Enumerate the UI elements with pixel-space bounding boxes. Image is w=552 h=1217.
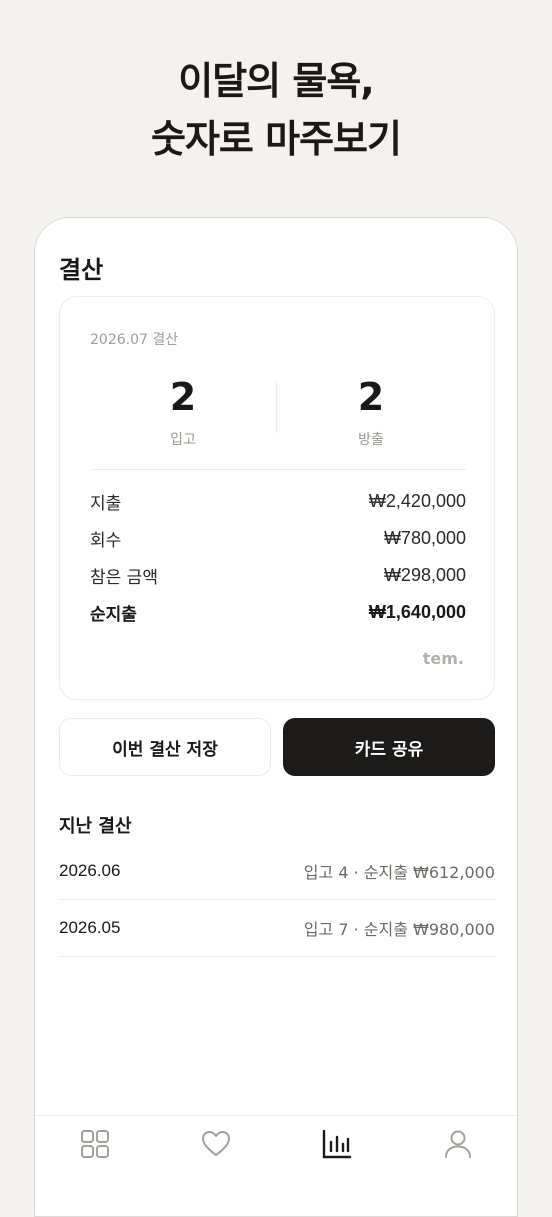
row-spending-value: ₩2,420,000: [368, 490, 466, 511]
stat-incoming: 2 입고: [90, 375, 276, 449]
tab-profile[interactable]: [438, 1124, 478, 1164]
history-title: 지난 결산: [59, 816, 132, 837]
history-item-date: 2026.06: [59, 861, 121, 880]
stat-incoming-label: 입고: [170, 432, 196, 448]
history-item-summary: 입고 4 · 순지출 ₩612,000: [303, 863, 495, 882]
promo-headline: 이달의 물욕, 숫자로 마주보기: [0, 52, 552, 168]
card-divider: [90, 469, 466, 470]
heart-icon: [202, 1131, 230, 1156]
stat-outgoing-value: 2: [357, 375, 385, 419]
stat-divider: [276, 381, 277, 433]
page-title: 결산: [59, 256, 104, 284]
tab-wishlist[interactable]: [196, 1124, 236, 1164]
row-restrained-value: ₩298,000: [383, 564, 466, 585]
stat-incoming-value: 2: [169, 375, 197, 419]
brand-logo: tem.: [422, 649, 464, 668]
row-net-spending-label: 순지출: [90, 604, 137, 625]
history-item-date: 2026.05: [59, 918, 121, 937]
save-settlement-button[interactable]: 이번 결산 저장: [59, 718, 271, 776]
bar-chart-icon: [322, 1129, 352, 1159]
bottom-tab-bar: [35, 1115, 517, 1216]
row-net-spending: 순지출 ₩1,640,000: [90, 600, 466, 625]
tab-home[interactable]: [75, 1124, 115, 1164]
row-spending: 지출 ₩2,420,000: [90, 489, 466, 514]
history-item[interactable]: 2026.05 입고 7 · 순지출 ₩980,000: [59, 900, 495, 957]
phone-screen: 결산 2026.07 결산 2 입고 2 방출 지출 ₩2,420,000 회수…: [34, 217, 518, 1217]
person-icon: [445, 1130, 471, 1158]
headline-line-2: 숫자로 마주보기: [151, 117, 402, 161]
row-restrained-label: 참은 금액: [90, 567, 158, 588]
settlement-summary-card: 2026.07 결산 2 입고 2 방출 지출 ₩2,420,000 회수 ₩7…: [59, 296, 495, 700]
row-recovered: 회수 ₩780,000: [90, 526, 466, 551]
settlement-period: 2026.07 결산: [90, 332, 179, 348]
tab-settlement[interactable]: [317, 1124, 357, 1164]
share-card-button[interactable]: 카드 공유: [283, 718, 495, 776]
history-item-summary: 입고 7 · 순지출 ₩980,000: [303, 920, 495, 939]
row-recovered-value: ₩780,000: [383, 527, 466, 548]
row-spending-label: 지출: [90, 493, 122, 514]
stat-outgoing-label: 방출: [358, 432, 384, 448]
headline-line-1: 이달의 물욕,: [178, 59, 374, 103]
stat-outgoing: 2 방출: [278, 375, 464, 449]
row-recovered-label: 회수: [90, 530, 122, 551]
grid-icon: [81, 1130, 109, 1158]
row-restrained: 참은 금액 ₩298,000: [90, 563, 466, 588]
history-item[interactable]: 2026.06 입고 4 · 순지출 ₩612,000: [59, 843, 495, 900]
row-net-spending-value: ₩1,640,000: [368, 601, 466, 622]
